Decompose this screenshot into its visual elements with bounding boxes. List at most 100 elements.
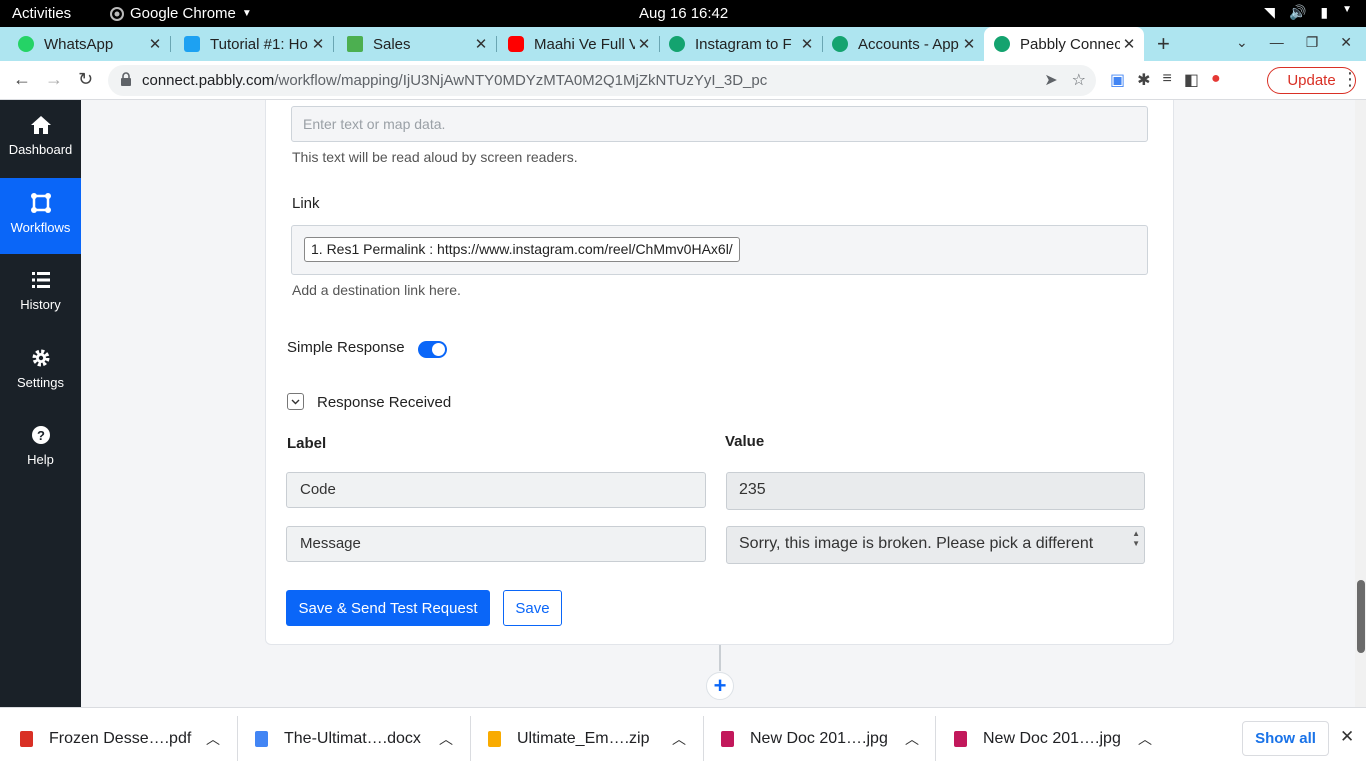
profile-avatar[interactable]: ● [1211, 70, 1221, 90]
tab-tutorial[interactable]: Tutorial #1: Ho ✕ [170, 27, 333, 61]
bird-icon [184, 36, 200, 52]
new-tab-button[interactable]: + [1157, 31, 1170, 57]
download-item[interactable]: Frozen Desse….pdf ︿ [20, 708, 238, 768]
menu-icon[interactable]: ⋮ [1341, 69, 1359, 90]
close-icon[interactable]: ✕ [472, 35, 490, 53]
save-and-send-test-button[interactable]: Save & Send Test Request [286, 590, 490, 626]
value-column-header: Value [725, 433, 765, 450]
tab-pabbly-connect[interactable]: Pabbly Connec ✕ [984, 27, 1144, 61]
input-placeholder: Enter text or map data. [303, 116, 446, 132]
shelf-divider [703, 716, 704, 761]
chevron-up-icon[interactable]: ︿ [206, 729, 220, 749]
chevron-down-icon: ▼ [241, 8, 252, 19]
puzzle-icon[interactable]: ✱ [1137, 70, 1150, 90]
alt-text-hint: This text will be read aloud by screen r… [292, 149, 578, 165]
response-collapse-toggle[interactable] [287, 393, 304, 410]
chevron-up-icon[interactable]: ︿ [1138, 729, 1152, 749]
close-icon[interactable]: ✕ [309, 35, 327, 53]
textarea-scroll-arrows[interactable]: ▲ ▼ [1132, 529, 1140, 549]
reload-icon[interactable]: ↻ [78, 69, 93, 90]
tab-sales[interactable]: Sales ✕ [333, 27, 496, 61]
download-item[interactable]: New Doc 201….jpg ︿ [721, 708, 936, 768]
simple-response-toggle[interactable] [418, 341, 447, 358]
link-label: Link [292, 195, 320, 212]
svg-text:?: ? [37, 428, 45, 443]
sidepanel-icon[interactable]: ◧ [1184, 70, 1199, 90]
url-text: connect.pabbly.com/workflow/mapping/IjU3… [142, 72, 767, 89]
download-item[interactable]: The-Ultimat….docx ︿ [255, 708, 471, 768]
browser-toolbar: ← → ↻ connect.pabbly.com/workflow/mappin… [0, 61, 1366, 100]
close-icon[interactable]: ✕ [960, 35, 978, 53]
app-sidebar: Dashboard Workflows History Settings ? H… [0, 100, 81, 707]
link-input[interactable]: 1. Res1 Permalink : https://www.instagra… [291, 225, 1148, 275]
minimize-icon[interactable]: — [1270, 34, 1284, 51]
tab-search-icon[interactable]: ⌄ [1236, 34, 1248, 51]
pabbly-icon [832, 36, 848, 52]
download-item[interactable]: New Doc 201….jpg ︿ [954, 708, 1169, 768]
response-label-message: Message [286, 526, 706, 562]
sidebar-item-label: Workflows [10, 220, 71, 235]
image-file-icon [954, 730, 967, 747]
youtube-icon [508, 36, 524, 52]
save-button[interactable]: Save [503, 590, 562, 626]
tab-accounts[interactable]: Accounts - App ✕ [822, 27, 984, 61]
media-icon[interactable]: ≡ [1163, 70, 1172, 90]
show-all-button[interactable]: Show all [1242, 721, 1329, 756]
response-value-message[interactable]: Sorry, this image is broken. Please pick… [726, 526, 1145, 564]
add-step-button[interactable]: + [706, 672, 734, 700]
page-scrollbar[interactable] [1355, 100, 1366, 707]
help-icon: ? [31, 426, 50, 444]
gear-icon [32, 349, 49, 367]
system-tray[interactable]: ◥ 🔊 ▮ ▼ [1264, 4, 1352, 21]
sidebar-item-label: Dashboard [8, 142, 73, 157]
workflow-icon [30, 193, 51, 213]
close-icon[interactable]: ✕ [635, 35, 653, 53]
clock[interactable]: Aug 16 16:42 [639, 5, 728, 22]
chevron-up-icon[interactable]: ︿ [439, 729, 453, 749]
action-config-card: Enter text or map data. This text will b… [265, 100, 1174, 645]
maximize-icon[interactable]: ❐ [1306, 34, 1319, 51]
mapped-field-chip[interactable]: 1. Res1 Permalink : https://www.instagra… [304, 237, 740, 262]
chevron-up-icon[interactable]: ︿ [905, 729, 919, 749]
download-item[interactable]: Ultimate_Em….zip ︿ [488, 708, 703, 768]
money-icon [347, 36, 363, 52]
tab-whatsapp[interactable]: WhatsApp ✕ [0, 27, 170, 61]
scrollbar-thumb[interactable] [1357, 580, 1365, 653]
system-top-bar: Activities Google Chrome ▼ Aug 16 16:42 … [0, 0, 1366, 27]
alt-text-input[interactable]: Enter text or map data. [291, 106, 1148, 142]
close-icon[interactable]: ✕ [146, 35, 164, 53]
extension-icon[interactable]: ▣ [1110, 70, 1125, 90]
tab-instagram-to-f[interactable]: Instagram to F ✕ [659, 27, 822, 61]
shelf-divider [470, 716, 471, 761]
plus-icon: + [713, 673, 727, 698]
app-menu[interactable]: Google Chrome ▼ [110, 5, 252, 22]
forward-arrow-icon[interactable]: → [45, 69, 63, 90]
back-arrow-icon[interactable]: ← [13, 69, 31, 90]
chevron-up-icon[interactable]: ︿ [672, 729, 686, 749]
response-value-code[interactable]: 235 [726, 472, 1145, 510]
send-icon[interactable]: ➤ [1044, 70, 1057, 90]
address-bar[interactable]: connect.pabbly.com/workflow/mapping/IjU3… [108, 65, 1096, 96]
sidebar-item-dashboard[interactable]: Dashboard [0, 100, 81, 176]
sidebar-item-label: History [20, 297, 61, 312]
message-text: Sorry, this image is broken. Please pick… [739, 535, 1094, 552]
sidebar-item-history[interactable]: History [0, 255, 81, 331]
main-content: Enter text or map data. This text will b… [81, 100, 1355, 707]
tab-youtube[interactable]: Maahi Ve Full V ✕ [496, 27, 659, 61]
sidebar-item-help[interactable]: ? Help [0, 410, 81, 486]
close-window-icon[interactable]: ✕ [1340, 34, 1352, 51]
battery-icon: ▮ [1320, 4, 1329, 20]
star-icon[interactable]: ☆ [1072, 70, 1086, 90]
list-icon [31, 272, 50, 288]
tab-title: Accounts - App [858, 35, 959, 53]
sidebar-item-workflows[interactable]: Workflows [0, 178, 81, 254]
close-icon[interactable]: ✕ [798, 35, 816, 53]
close-icon[interactable]: ✕ [1120, 35, 1138, 53]
download-shelf: Frozen Desse….pdf ︿ The-Ultimat….docx ︿ … [0, 707, 1366, 768]
app-name: Google Chrome [130, 5, 236, 22]
close-icon[interactable]: ✕ [1340, 727, 1354, 747]
sidebar-item-settings[interactable]: Settings [0, 333, 81, 409]
activities-button[interactable]: Activities [12, 5, 71, 22]
volume-icon: 🔊 [1288, 4, 1307, 20]
wifi-icon: ◥ [1264, 4, 1275, 20]
